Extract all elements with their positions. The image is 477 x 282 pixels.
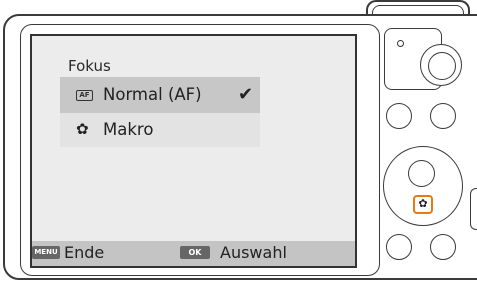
macro-focus-key-icon[interactable]: ✿ <box>413 195 433 214</box>
ok-key-icon: OK <box>180 246 210 259</box>
menu-item-normal-af[interactable]: AF Normal (AF) ✔ <box>60 77 260 113</box>
menu-key-icon: MENU <box>32 246 60 259</box>
lcd-screen: Fokus AF Normal (AF) ✔ ✿ Makro MENU Ende… <box>30 34 357 268</box>
checkmark-icon: ✔ <box>238 84 254 105</box>
ok-action-label: Auswahl <box>220 243 287 262</box>
macro-flower-icon: ✿ <box>76 120 89 138</box>
menu-title: Fokus <box>68 57 111 75</box>
button-top-right[interactable] <box>430 103 456 129</box>
af-icon: AF <box>76 90 93 101</box>
button-bottom-right[interactable] <box>430 234 456 260</box>
mode-dial-inner <box>428 52 456 80</box>
side-strap-notch <box>470 188 477 230</box>
menu-item-makro[interactable]: ✿ Makro <box>60 113 260 147</box>
status-lamp <box>397 40 404 47</box>
button-bottom-left[interactable] <box>386 234 412 260</box>
button-guide-bar: MENU Ende OK Auswahl <box>32 241 355 266</box>
menu-item-label: Normal (AF) <box>103 85 202 104</box>
menu-action-label: Ende <box>64 243 105 262</box>
button-top-left[interactable] <box>386 103 412 129</box>
ok-button[interactable] <box>408 160 435 187</box>
menu-item-label: Makro <box>103 120 154 139</box>
